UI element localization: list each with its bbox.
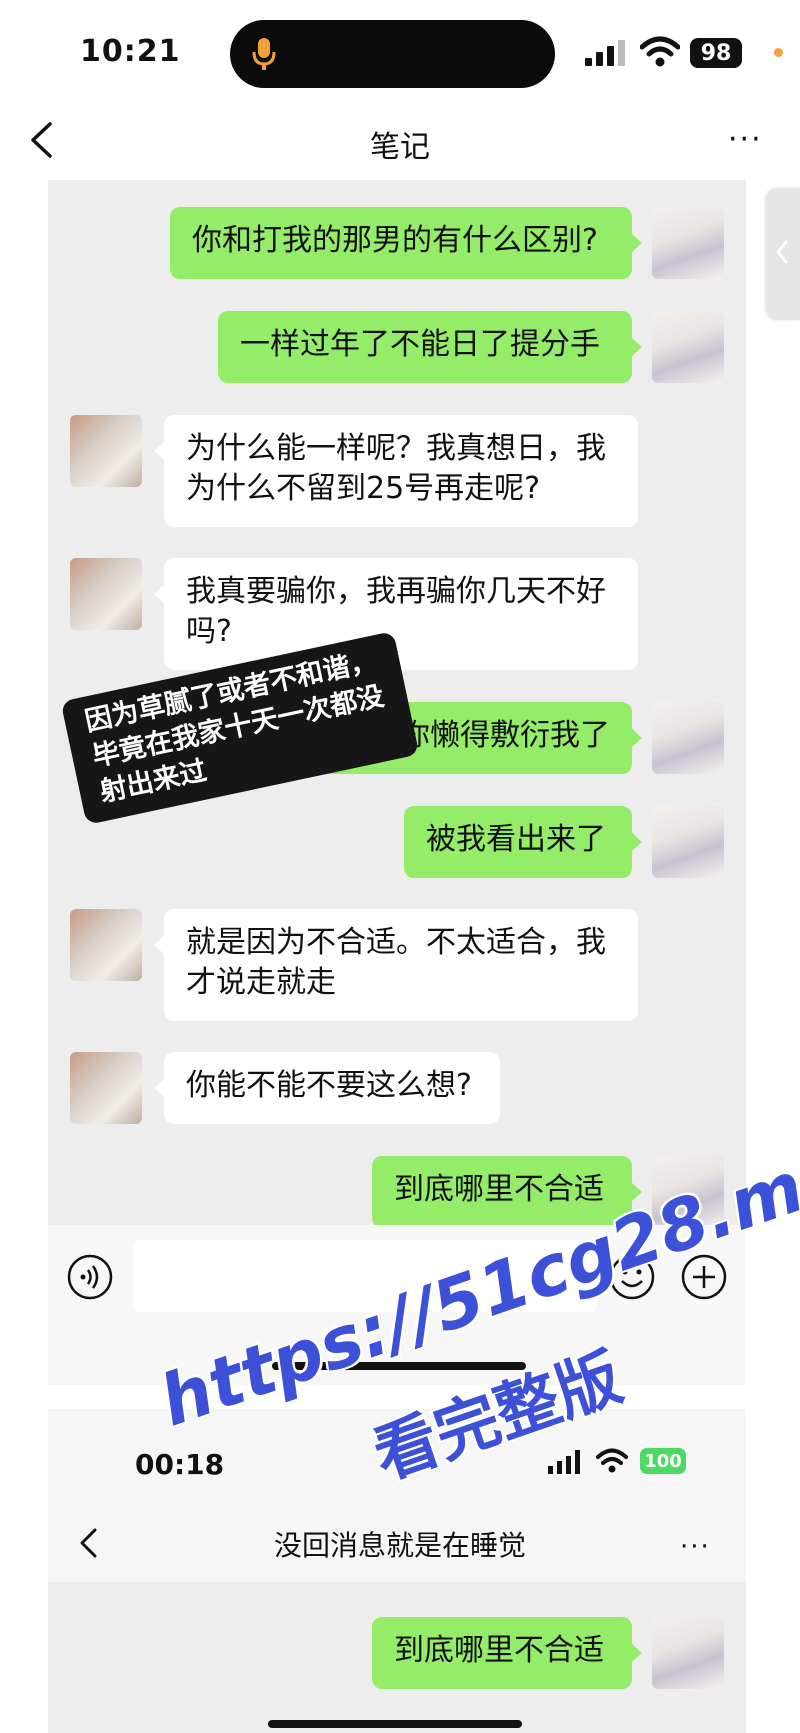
status-time: 00:18 <box>135 1448 225 1481</box>
home-indicator <box>268 1720 522 1728</box>
message-bubble-received[interactable]: 我真要骗你，我再骗你几天不好吗? <box>164 558 638 670</box>
bubble-tail <box>632 833 642 851</box>
avatar-me[interactable] <box>652 702 724 774</box>
message-bubble-sent[interactable]: 被我看出来了 <box>404 806 632 878</box>
battery-icon: 98 <box>690 38 742 68</box>
message-bubble-received[interactable]: 你能不能不要这么想? <box>164 1052 500 1124</box>
chevron-left-icon <box>776 240 788 264</box>
avatar-me[interactable] <box>652 207 724 279</box>
privacy-dot <box>774 48 783 57</box>
signal-icon <box>585 40 625 66</box>
bubble-tail <box>154 936 164 954</box>
avatar-contact[interactable] <box>70 909 142 981</box>
avatar-me[interactable] <box>652 311 724 383</box>
more-icon[interactable]: ··· <box>728 125 763 155</box>
microphone-icon <box>252 38 276 70</box>
wifi-icon <box>596 1448 628 1473</box>
avatar-me[interactable] <box>652 806 724 878</box>
status-time: 10:21 <box>80 34 181 69</box>
message-bubble-sent[interactable]: 你和打我的那男的有什么区别? <box>170 207 632 279</box>
wifi-icon <box>640 36 680 67</box>
avatar-contact[interactable] <box>70 558 142 630</box>
battery-icon: 100 <box>640 1448 686 1474</box>
message-bubble-sent[interactable]: 一样过年了不能日了提分手 <box>218 311 632 383</box>
bubble-tail <box>154 585 164 603</box>
dynamic-island <box>230 20 555 88</box>
bubble-tail <box>154 442 164 460</box>
more-icon[interactable]: ··· <box>680 1532 711 1562</box>
bubble-tail <box>632 729 642 747</box>
bubble-tail <box>632 338 642 356</box>
avatar-me[interactable] <box>652 1617 724 1689</box>
message-bubble-received[interactable]: 就是因为不合适。不太适合，我才说走就走 <box>164 909 638 1021</box>
message-bubble-sent[interactable]: 到底哪里不合适 <box>372 1617 632 1689</box>
avatar-contact[interactable] <box>70 415 142 487</box>
message-bubble-received[interactable]: 为什么能一样呢？我真想日，我为什么不留到25号再走呢? <box>164 415 638 527</box>
signal-icon <box>548 1450 580 1474</box>
voice-input-icon[interactable] <box>66 1253 114 1301</box>
bubble-tail <box>632 1644 642 1662</box>
chat-title: 笔记 <box>370 130 430 165</box>
bubble-tail <box>632 234 642 252</box>
bubble-tail <box>154 1079 164 1097</box>
side-panel-handle[interactable] <box>766 188 800 320</box>
avatar-contact[interactable] <box>70 1052 142 1124</box>
